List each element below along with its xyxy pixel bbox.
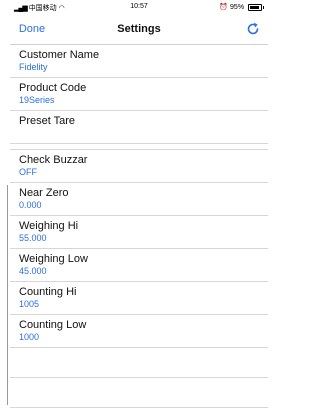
phone-screen: ▂▄▆ 中国移动 ◠ 10:57 ⏰ 95% Done Settings Cus… [10,0,268,412]
status-right: ⏰ 95% [219,3,264,11]
frame-edge-left [7,185,8,405]
battery-percent: 95% [230,4,245,11]
setting-value: 45.000 [19,266,47,276]
setting-row-customer-name[interactable]: Customer Name Fidelity [10,45,268,78]
setting-label: Weighing Hi [19,220,79,232]
device-frame-left [0,0,8,412]
setting-value: 19Series [19,95,55,105]
setting-row-near-zero[interactable]: Near Zero 0.000 [10,183,268,216]
battery-icon [248,3,264,11]
setting-value: OFF [19,167,37,177]
setting-value: 0.000 [19,200,42,210]
setting-row-counting-low[interactable]: Counting Low 1000 [10,315,268,348]
setting-value: 55.000 [19,233,47,243]
setting-row-preset-tare[interactable]: Preset Tare [10,111,268,144]
setting-row-check-buzzar[interactable]: Check Buzzar OFF [10,150,268,183]
setting-value: Fidelity [19,62,48,72]
refresh-button[interactable] [244,20,262,38]
setting-row-weighing-hi[interactable]: Weighing Hi 55.000 [10,216,268,249]
setting-label: Weighing Low [19,253,88,265]
setting-label: Product Code [19,82,87,94]
setting-label: Check Buzzar [19,154,88,166]
setting-row-weighing-low[interactable]: Weighing Low 45.000 [10,249,268,282]
navigation-bar: Done Settings [10,14,268,45]
empty-row [10,378,268,408]
setting-row-product-code[interactable]: Product Code 19Series [10,78,268,111]
setting-label: Counting Hi [19,286,77,298]
setting-row-counting-hi[interactable]: Counting Hi 1005 [10,282,268,315]
setting-value: 1000 [19,332,40,342]
setting-value: 1005 [19,299,40,309]
setting-label: Preset Tare [19,115,76,127]
setting-label: Counting Low [19,319,87,331]
settings-list: Customer Name Fidelity Product Code 19Se… [10,45,268,408]
page-title: Settings [117,23,161,35]
setting-label: Customer Name [19,49,100,61]
done-button[interactable]: Done [10,14,54,44]
status-bar: ▂▄▆ 中国移动 ◠ 10:57 ⏰ 95% [10,0,268,14]
setting-label: Near Zero [19,187,69,199]
refresh-icon [247,22,259,35]
empty-row [10,348,268,378]
alarm-icon: ⏰ [219,4,229,11]
